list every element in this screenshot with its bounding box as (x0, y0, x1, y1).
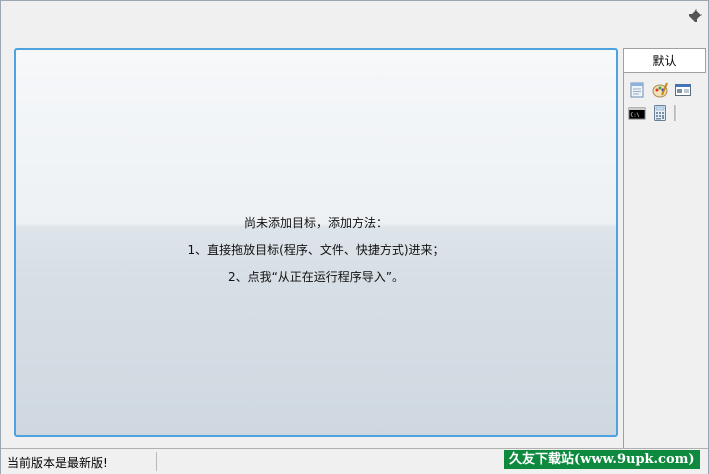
target-drop-area[interactable]: 尚未添加目标，添加方法： 1、直接拖放目标(程序、文件、快捷方式)进来； 2、点… (14, 48, 618, 437)
separator-icon (674, 104, 678, 122)
notepad-icon[interactable] (628, 81, 646, 99)
tab-default[interactable]: 默认 (624, 48, 706, 73)
message-line-2: 1、直接拖放目标(程序、文件、快捷方式)进来； (187, 243, 445, 257)
watermark-logo: 久友下载站(www.9upk.com) (504, 450, 700, 469)
status-text: 当前版本是最新版! (7, 456, 108, 470)
status-divider (156, 452, 157, 471)
sidebar: 默认 C:\ (623, 48, 708, 448)
calculator-icon[interactable] (651, 104, 669, 122)
system-info-icon[interactable] (674, 81, 692, 99)
title-bar (1, 1, 708, 29)
empty-message: 尚未添加目标，添加方法： 1、直接拖放目标(程序、文件、快捷方式)进来； 2、点… (16, 210, 616, 291)
cmd-icon[interactable]: C:\ (628, 104, 646, 122)
svg-text:C:\: C:\ (631, 113, 640, 119)
paint-icon[interactable] (651, 81, 669, 99)
app-window: 尚未添加目标，添加方法： 1、直接拖放目标(程序、文件、快捷方式)进来； 2、点… (0, 0, 709, 474)
message-line-3[interactable]: 2、点我“从正在运行程序导入”。 (16, 264, 616, 291)
pin-icon[interactable] (687, 8, 703, 24)
message-line-1: 尚未添加目标，添加方法： (243, 216, 388, 230)
